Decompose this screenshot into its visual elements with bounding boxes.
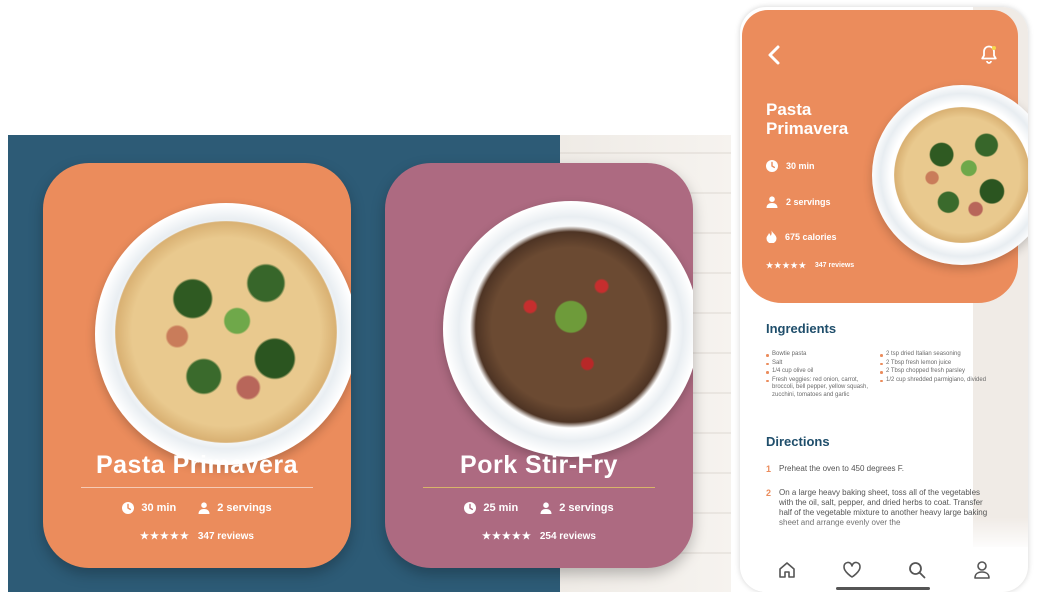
detail-calories: 675 calories <box>766 230 837 243</box>
clock-icon <box>122 502 135 514</box>
recipe-detail-screen: Pasta Primavera 30 min 2 servings 675 ca… <box>740 7 1028 592</box>
heart-icon <box>842 561 861 578</box>
search-icon <box>908 561 925 578</box>
nav-profile[interactable] <box>971 559 993 581</box>
screen: Pasta Primavera 30 min 2 servings ★★★★★ … <box>0 0 1049 592</box>
card-divider <box>423 487 655 488</box>
card-time-text: 30 min <box>141 502 177 514</box>
person-icon <box>766 196 778 208</box>
review-count: 254 reviews <box>539 531 596 542</box>
home-icon <box>778 561 795 578</box>
directions-heading: Directions <box>766 434 830 449</box>
card-meta: 30 min 2 servings <box>43 502 351 514</box>
ingredient-item: Salt <box>766 360 878 368</box>
detail-rating: ★★★★★ 347 reviews <box>766 261 854 270</box>
card-time-text: 25 min <box>483 502 519 514</box>
nav-favorites[interactable] <box>841 559 863 581</box>
star-rating: ★★★★★ <box>140 531 190 542</box>
clock-icon <box>464 502 477 514</box>
home-indicator <box>836 587 930 590</box>
nav-home[interactable] <box>776 559 798 581</box>
detail-servings: 2 servings <box>766 196 831 208</box>
star-rating: ★★★★★ <box>482 531 532 542</box>
card-servings-text: 2 servings <box>559 502 614 514</box>
card-divider <box>81 487 313 488</box>
nav-search[interactable] <box>906 559 928 581</box>
review-count: 347 reviews <box>814 262 855 269</box>
bell-icon[interactable] <box>980 44 998 64</box>
card-title: Pasta Primavera <box>95 451 299 479</box>
card-rating: ★★★★★ 254 reviews <box>385 531 693 542</box>
ingredient-item: 2 tsp dried Italian seasoning <box>880 351 998 359</box>
direction-step: 1 Preheat the oven to 450 degrees F. <box>766 464 991 474</box>
person-icon <box>198 502 210 514</box>
card-servings: 2 servings <box>198 502 272 514</box>
plate-image <box>95 203 351 465</box>
ingredient-item: Fresh veggies: red onion, carrot, brocco… <box>766 377 878 400</box>
detail-time: 30 min <box>766 160 815 172</box>
pasta-dish-image <box>894 107 1028 243</box>
plate-image <box>443 201 693 457</box>
recipe-card-pork-stir-fry[interactable]: Pork Stir-Fry 25 min 2 servings ★★★★★ 25… <box>385 163 693 568</box>
step-number: 1 <box>766 464 772 474</box>
ingredient-item: 1/2 cup shredded parmigiano, divided <box>880 377 998 385</box>
pork-dish-image <box>469 225 673 429</box>
clock-icon <box>766 160 778 172</box>
detail-servings-text: 2 servings <box>786 197 831 207</box>
ingredients-list-left: Bowtie pasta Salt 1/4 cup olive oil Fres… <box>766 351 878 400</box>
card-servings: 2 servings <box>540 502 614 514</box>
detail-calories-text: 675 calories <box>785 231 837 242</box>
card-time: 30 min <box>122 502 176 514</box>
profile-icon <box>973 560 990 579</box>
card-rating: ★★★★★ 347 reviews <box>43 531 351 542</box>
ingredients-heading: Ingredients <box>766 321 837 336</box>
pasta-dish-image <box>115 221 337 443</box>
card-meta: 25 min 2 servings <box>385 502 693 514</box>
ingredients-list-right: 2 tsp dried Italian seasoning 2 Tbsp fre… <box>880 351 998 385</box>
flame-icon <box>766 230 777 243</box>
card-time: 25 min <box>464 502 518 514</box>
recipe-card-pasta-primavera[interactable]: Pasta Primavera 30 min 2 servings ★★★★★ … <box>43 163 351 568</box>
page-title: Pasta Primavera <box>766 100 849 138</box>
recipe-cards-panel: Pasta Primavera 30 min 2 servings ★★★★★ … <box>8 135 731 592</box>
bottom-nav <box>740 547 1028 592</box>
detail-time-text: 30 min <box>786 161 815 171</box>
card-servings-text: 2 servings <box>217 502 272 514</box>
chevron-left-icon[interactable] <box>766 44 782 66</box>
ingredient-item: 1/4 cup olive oil <box>766 368 878 376</box>
ingredient-item: 2 Tbsp fresh lemon juice <box>880 360 998 368</box>
star-rating: ★★★★★ <box>766 261 807 270</box>
review-count: 347 reviews <box>197 531 254 542</box>
ingredient-item: Bowtie pasta <box>766 351 878 359</box>
card-title: Pork Stir-Fry <box>460 451 618 479</box>
person-icon <box>540 502 552 514</box>
step-text: Preheat the oven to 450 degrees F. <box>779 464 904 473</box>
ingredient-item: 2 Tbsp chopped fresh parsley <box>880 368 998 376</box>
